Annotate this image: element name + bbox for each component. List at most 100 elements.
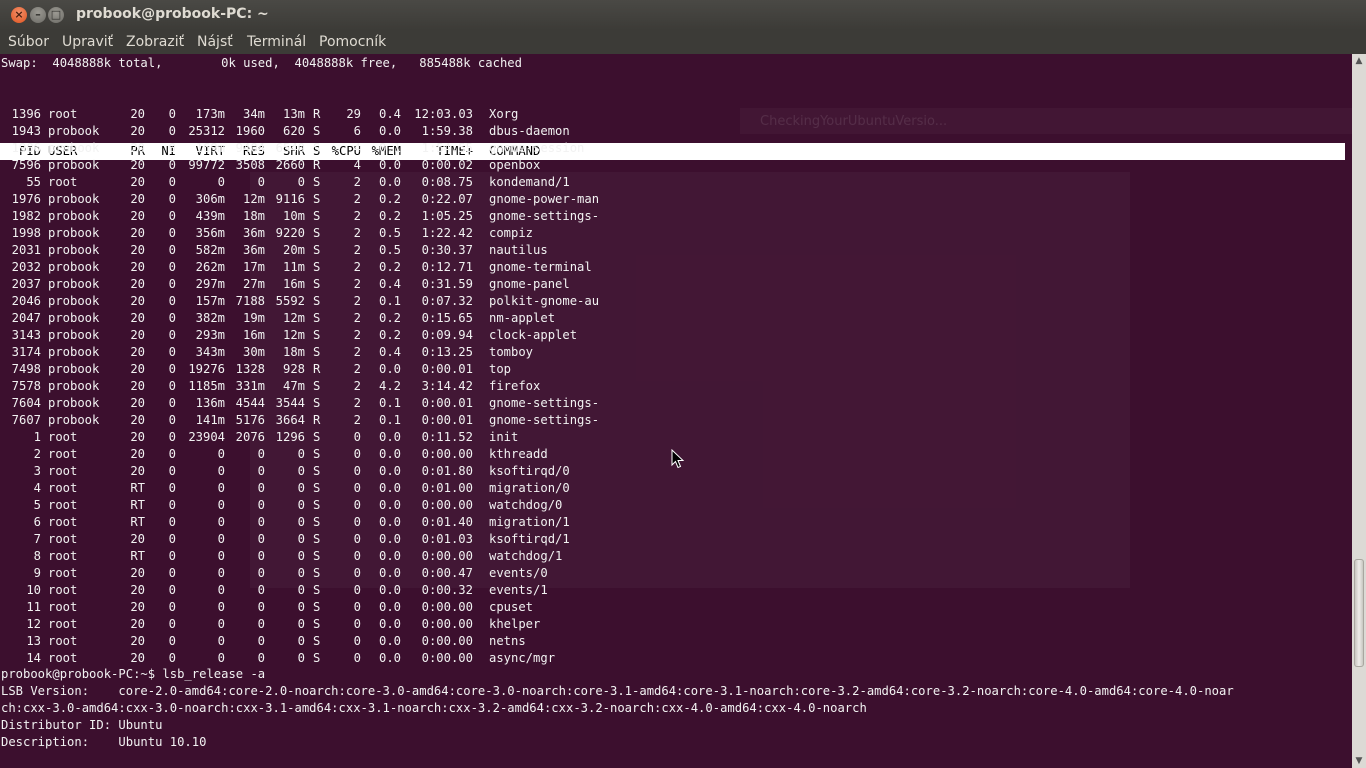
mem-cell: 0.0 — [378, 532, 401, 546]
shr-cell: 47m — [282, 379, 305, 393]
cpu-cell: 6 — [353, 124, 361, 138]
user-cell: root — [48, 549, 78, 563]
terminal-output[interactable]: CheckingYourUbuntuVersio... Swap: 404888… — [0, 54, 1352, 768]
res-cell: 0 — [257, 515, 265, 529]
virt-cell: 0 — [217, 175, 225, 189]
state-cell: S — [313, 498, 321, 512]
user-cell: root — [48, 532, 78, 546]
ni-cell: 0 — [168, 141, 176, 155]
scroll-up-arrow-icon[interactable]: ▲ — [1354, 56, 1364, 66]
menu-item-terminal[interactable]: Terminál — [247, 34, 306, 50]
res-cell: 0 — [257, 481, 265, 495]
menu-item-search[interactable]: Nájsť — [197, 34, 233, 50]
user-cell: root — [48, 515, 78, 529]
pr-cell: 20 — [130, 379, 145, 393]
shr-cell: 928 — [282, 362, 305, 376]
command-cell: gnome-power-man — [489, 192, 600, 206]
mem-cell: 0.0 — [378, 362, 401, 376]
time-cell: 0:00.32 — [421, 583, 473, 597]
distributor-id-line: Distributor ID: Ubuntu — [1, 718, 163, 732]
state-cell: R — [313, 413, 321, 427]
window-titlebar[interactable]: × – □ probook@probook-PC: ~ — [0, 0, 1366, 30]
ni-cell: 0 — [168, 498, 176, 512]
virt-cell: 0 — [217, 566, 225, 580]
time-cell: 0:00.00 — [421, 617, 473, 631]
user-cell: probook — [48, 209, 100, 223]
virt-cell: 25312 — [188, 124, 225, 138]
virt-cell: 582m — [195, 243, 225, 257]
virt-cell: 0 — [217, 634, 225, 648]
command-cell: khelper — [489, 617, 541, 631]
maximize-button[interactable]: □ — [48, 7, 64, 23]
time-cell: 0:01.80 — [421, 464, 473, 478]
scroll-down-arrow-icon[interactable]: ▼ — [1354, 756, 1364, 766]
mem-cell: 0.1 — [378, 396, 401, 410]
pr-cell: 20 — [130, 583, 145, 597]
menu-item-edit[interactable]: Upraviť — [62, 34, 113, 50]
mem-cell: 0.0 — [378, 430, 401, 444]
menu-item-view[interactable]: Zobraziť — [126, 34, 184, 50]
pr-cell: RT — [130, 515, 145, 529]
pr-cell: 20 — [130, 141, 145, 155]
ni-cell: 0 — [168, 549, 176, 563]
scrollbar-thumb[interactable] — [1354, 559, 1364, 668]
cpu-cell: 2 — [353, 328, 361, 342]
mem-cell: 0.2 — [378, 260, 401, 274]
pid-cell: 7604 — [11, 396, 41, 410]
mem-cell: 0.4 — [378, 277, 401, 291]
user-cell: root — [48, 464, 78, 478]
pr-cell: 20 — [130, 192, 145, 206]
ni-cell: 0 — [168, 277, 176, 291]
mem-cell: 0.4 — [378, 107, 401, 121]
pid-cell: 1976 — [11, 192, 41, 206]
pid-cell: 7596 — [11, 158, 41, 172]
res-cell: 331m — [235, 379, 265, 393]
menu-item-help[interactable]: Pomocník — [319, 34, 386, 50]
command-cell: gnome-settings- — [489, 413, 600, 427]
cpu-cell: 0 — [353, 634, 361, 648]
ni-cell: 0 — [168, 243, 176, 257]
shr-cell: 0 — [297, 617, 305, 631]
command-cell: gnome-settings- — [489, 396, 600, 410]
shr-cell: 0 — [297, 515, 305, 529]
pid-cell: 7 — [33, 532, 41, 546]
description-line: Description: Ubuntu 10.10 — [1, 735, 207, 749]
virt-cell: 439m — [195, 209, 225, 223]
virt-cell: 141m — [195, 413, 225, 427]
command-cell: ksoftirqd/0 — [489, 464, 570, 478]
res-cell: 19m — [242, 311, 265, 325]
ni-cell: 0 — [168, 379, 176, 393]
ni-cell: 0 — [168, 430, 176, 444]
user-cell: probook — [48, 311, 100, 325]
shr-cell: 0 — [297, 498, 305, 512]
minimize-button[interactable]: – — [30, 7, 46, 23]
ni-cell: 0 — [168, 209, 176, 223]
cpu-cell: 2 — [353, 379, 361, 393]
pr-cell: 20 — [130, 175, 145, 189]
shell-prompt-line: probook@probook-PC:~$ lsb_release -a — [1, 667, 266, 681]
user-cell: probook — [48, 379, 100, 393]
cpu-cell: 2 — [353, 413, 361, 427]
virt-cell: 1185m — [188, 379, 225, 393]
ni-cell: 0 — [168, 107, 176, 121]
mem-cell: 0.0 — [378, 549, 401, 563]
cpu-cell: 4 — [353, 141, 361, 155]
user-cell: probook — [48, 396, 100, 410]
menu-item-file[interactable]: Súbor — [8, 34, 49, 50]
shr-cell: 12m — [282, 328, 305, 342]
time-cell: 0:01.40 — [421, 515, 473, 529]
time-cell: 0:00.02 — [421, 158, 473, 172]
close-button[interactable]: × — [11, 7, 27, 23]
res-cell: 30m — [242, 345, 265, 359]
time-cell: 0:01.03 — [421, 532, 473, 546]
virt-cell: 293m — [195, 328, 225, 342]
res-cell: 36m — [242, 226, 265, 240]
virt-cell: 0 — [217, 617, 225, 631]
res-cell: 5176 — [235, 413, 265, 427]
command-cell: netns — [489, 634, 526, 648]
cpu-cell: 0 — [353, 532, 361, 546]
vertical-scrollbar[interactable]: ▲ ▼ — [1352, 54, 1366, 768]
res-cell: 0 — [257, 600, 265, 614]
user-cell: probook — [48, 226, 100, 240]
pid-cell: 2 — [33, 447, 41, 461]
